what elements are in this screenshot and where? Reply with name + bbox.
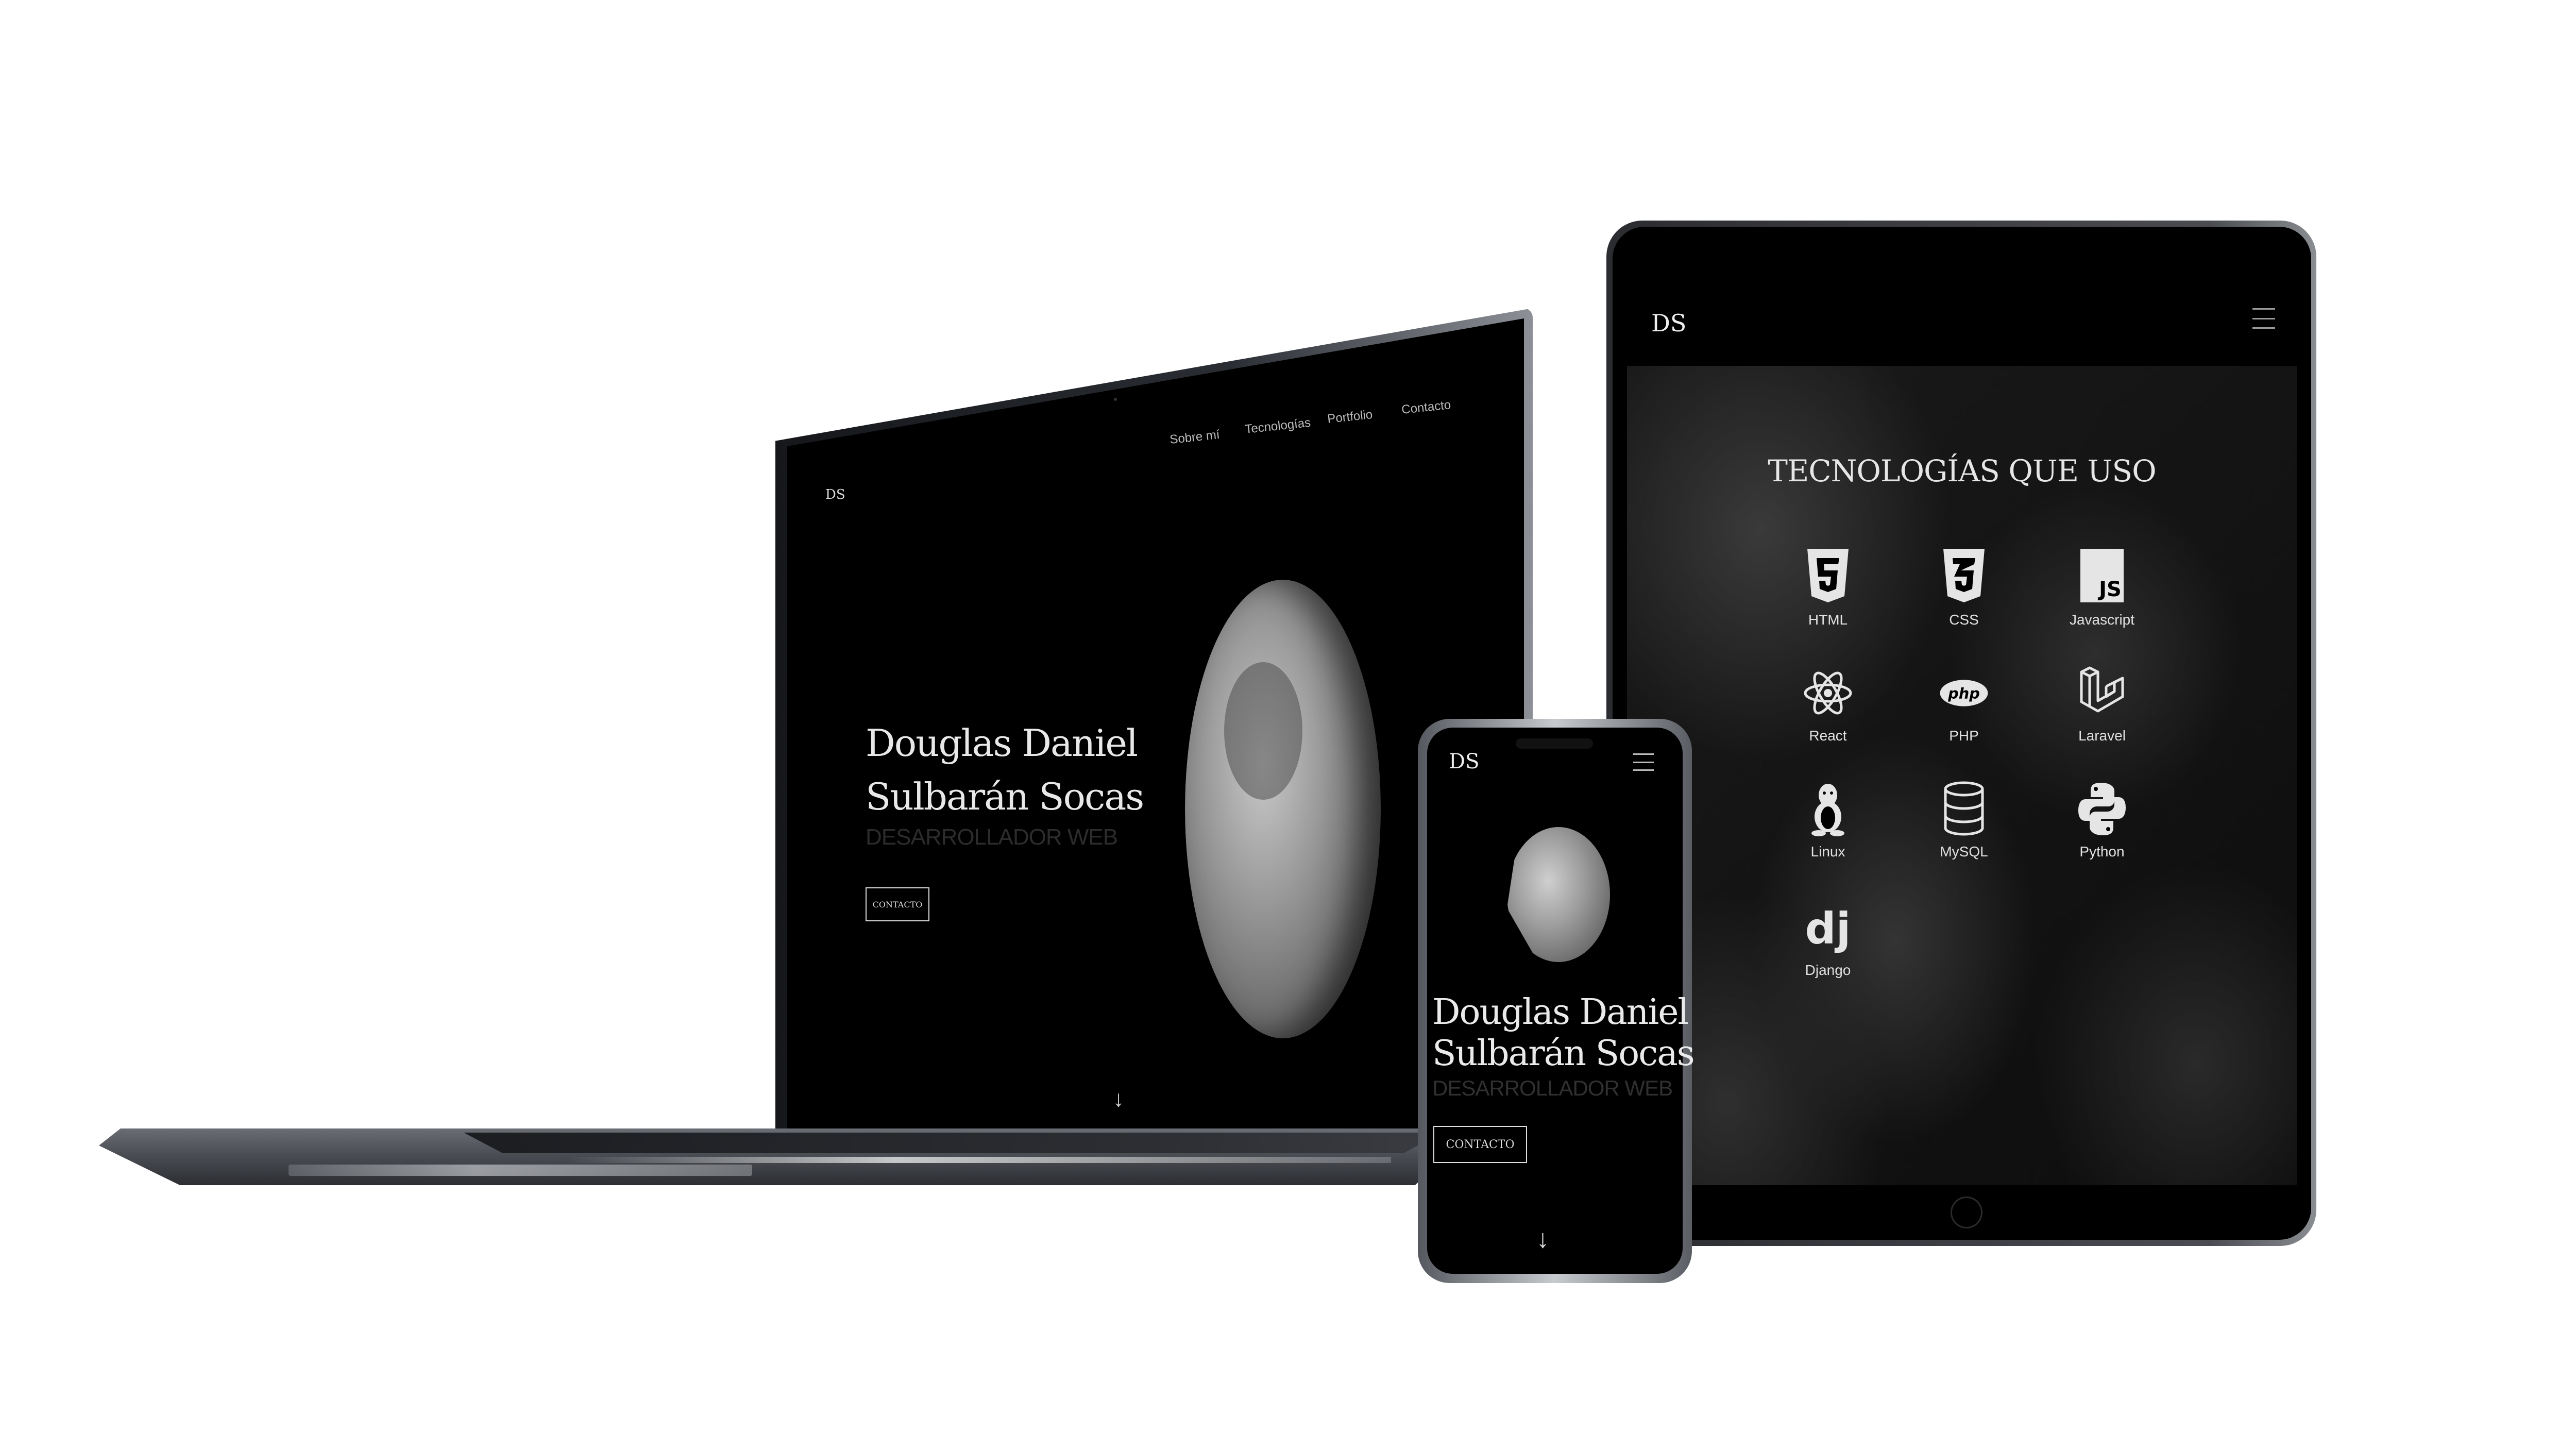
tech-label-javascript: Javascript [2069, 612, 2135, 628]
tech-item-react: React [1776, 665, 1879, 744]
html5-icon [1807, 549, 1849, 602]
css3-icon [1943, 549, 1985, 602]
tech-item-python: Python [2050, 781, 2154, 860]
phone-contact-button[interactable]: CONTACTO [1433, 1126, 1527, 1163]
svg-text:JS: JS [2097, 578, 2122, 601]
laptop-role-text: DESARROLLADOR WEB [866, 824, 1118, 850]
phone-hero-name: Douglas Daniel Sulbarán Socas [1432, 992, 1695, 1074]
tech-label-react: React [1809, 728, 1847, 744]
react-icon [1804, 671, 1852, 715]
laptop-hero-name: Douglas Daniel Sulbarán Socas [866, 716, 1144, 824]
tech-label-python: Python [2079, 844, 2125, 860]
phone-hamburger-menu-icon[interactable] [1633, 753, 1654, 771]
tech-item-mysql: MySQL [1912, 781, 2015, 860]
phone-name-line1: Douglas Daniel [1432, 992, 1689, 1033]
laptop-site-logo[interactable]: DS [825, 487, 845, 502]
laptop-reflection [567, 1157, 1391, 1163]
tech-item-laravel: Laravel [2050, 665, 2154, 744]
tech-label-css: CSS [1949, 612, 1979, 628]
laptop-name-line2: Sulbarán Socas [866, 775, 1144, 819]
laptop-camera [1114, 398, 1117, 401]
laptop-name-line1: Douglas Daniel [866, 721, 1138, 765]
tech-item-css: CSS [1912, 549, 2015, 628]
laptop-contact-button[interactable]: CONTACTO [866, 887, 929, 921]
laptop-keyboard [464, 1133, 1443, 1153]
phone-site-logo[interactable]: DS [1449, 750, 1479, 773]
tablet-hamburger-menu-icon[interactable] [2252, 308, 2275, 329]
laravel-icon [2080, 666, 2124, 713]
svg-text:php: php [1947, 684, 1980, 702]
phone-speaker-notch [1516, 738, 1593, 749]
tech-item-javascript: JS Javascript [2050, 549, 2154, 628]
svg-text:dj: dj [1805, 903, 1851, 954]
phone-name-line2: Sulbarán Socas [1432, 1033, 1695, 1074]
laptop-scroll-down-arrow-icon[interactable]: ↓ [1113, 1086, 1124, 1112]
tablet-rock-background [1627, 366, 2297, 1185]
tech-label-django: Django [1805, 962, 1851, 978]
tech-label-linux: Linux [1810, 844, 1845, 860]
mysql-icon [1944, 781, 1984, 836]
tablet-site-logo[interactable]: DS [1651, 309, 1686, 337]
tech-item-html: HTML [1776, 549, 1879, 628]
tech-label-html: HTML [1808, 612, 1848, 628]
phone-scroll-down-arrow-icon[interactable]: ↓ [1536, 1224, 1549, 1254]
linux-icon [1811, 784, 1844, 836]
tablet-section-title: TECNOLOGÍAS QUE USO [1768, 453, 2156, 488]
tech-label-php: PHP [1949, 728, 1979, 744]
tech-item-linux: Linux [1776, 781, 1879, 860]
laptop-moon-image [1185, 580, 1381, 1038]
tech-item-django: dj Django [1776, 899, 1879, 979]
laptop-trackpad [289, 1165, 752, 1176]
tablet-home-button[interactable] [1951, 1197, 1982, 1228]
tech-label-mysql: MySQL [1940, 844, 1988, 860]
python-icon [2078, 783, 2126, 835]
phone-role-text: DESARROLLADOR WEB [1432, 1076, 1673, 1100]
tech-item-php: php PHP [1912, 665, 2015, 744]
javascript-icon: JS [2080, 549, 2124, 602]
django-icon: dj [1805, 903, 1851, 954]
php-icon: php [1940, 680, 1988, 706]
tech-label-laravel: Laravel [2078, 728, 2126, 744]
